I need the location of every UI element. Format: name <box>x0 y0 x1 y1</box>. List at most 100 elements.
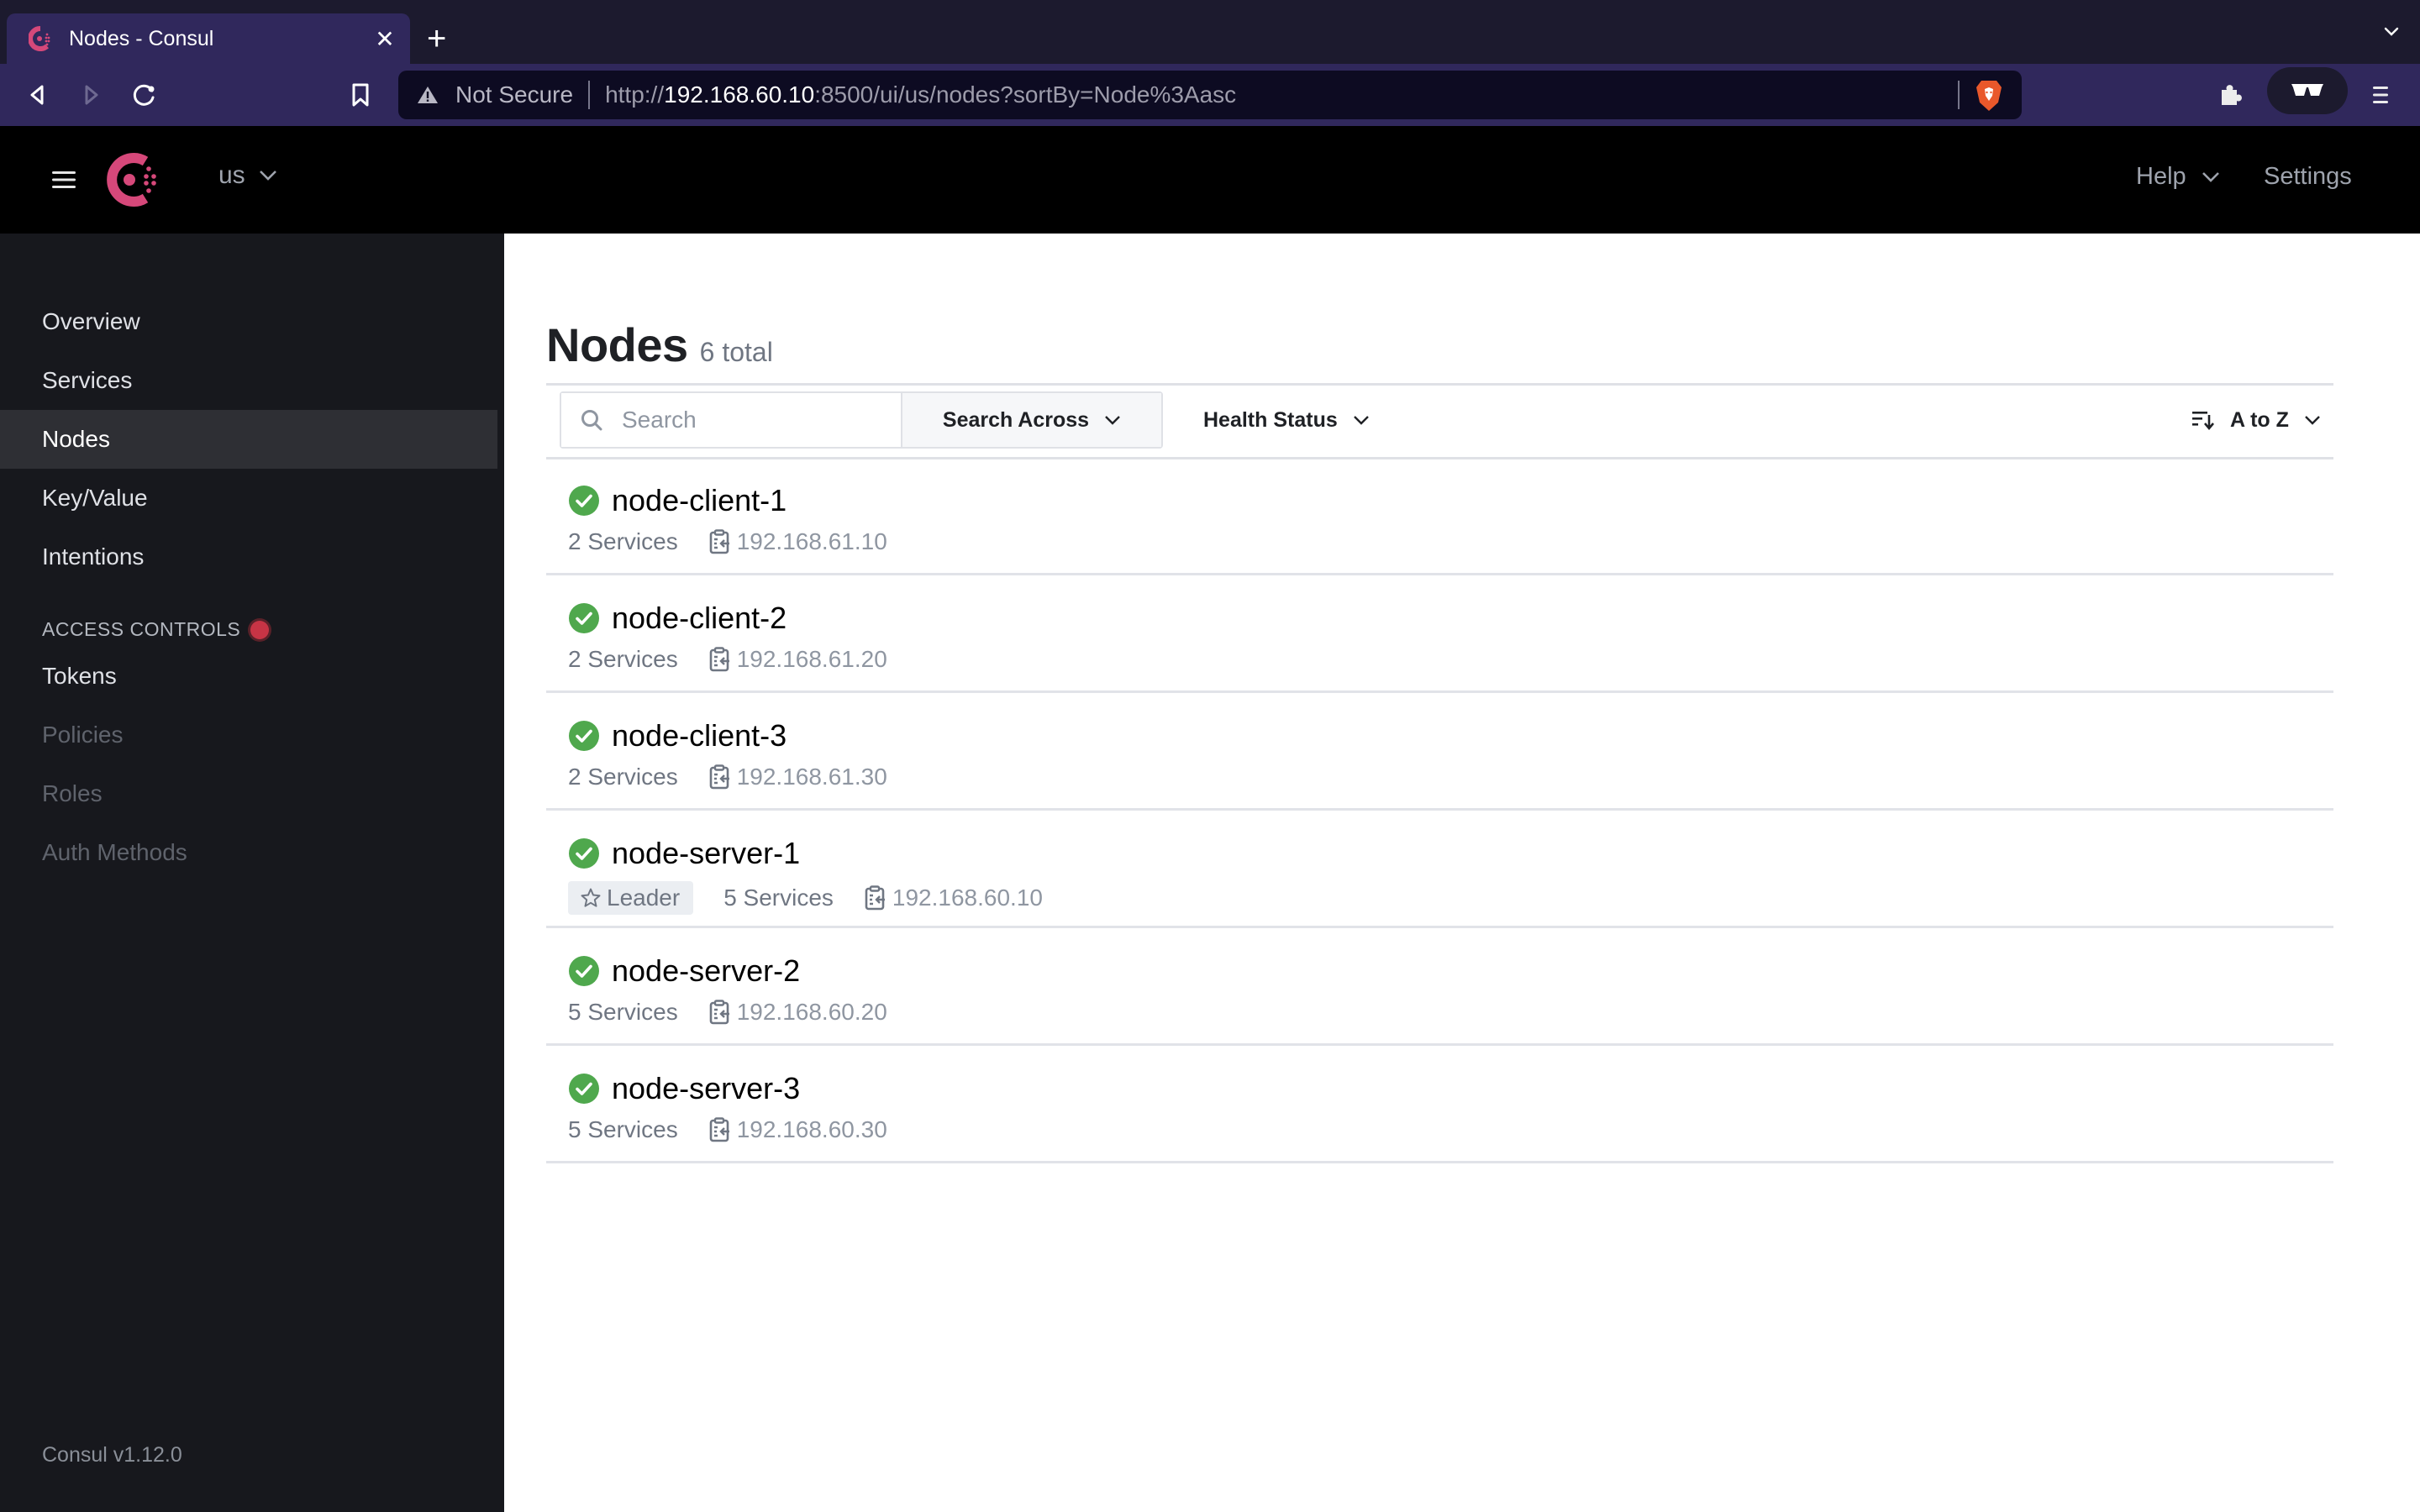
acl-disabled-indicator-icon <box>250 620 270 639</box>
node-name[interactable]: node-client-3 <box>612 718 786 753</box>
sidebar-item-auth-methods: Auth Methods <box>42 839 187 865</box>
node-name[interactable]: node-server-3 <box>612 1071 800 1106</box>
main-content: Nodes 6 total Search Across Health Statu… <box>504 234 2420 1512</box>
hamburger-menu-icon[interactable] <box>49 165 79 195</box>
services-count: 5 Services <box>568 1116 678 1142</box>
node-name[interactable]: node-client-2 <box>612 601 786 636</box>
services-count: 2 Services <box>568 646 678 672</box>
url-divider <box>588 81 591 109</box>
close-tab-icon[interactable]: ✕ <box>368 25 402 53</box>
node-name[interactable]: node-server-1 <box>612 836 800 871</box>
node-list-item[interactable]: node-server-3 5 Services 192.168.60.30 <box>546 1046 2333 1163</box>
node-header: node-client-2 <box>568 601 786 636</box>
bookmark-button[interactable] <box>345 79 376 111</box>
new-tab-button[interactable]: + <box>427 18 446 59</box>
url-host: 192.168.60.10 <box>664 81 815 108</box>
menu-icon <box>2373 87 2388 103</box>
services-count: 2 Services <box>568 764 678 790</box>
address-bar[interactable]: Not Secure http://192.168.60.10:8500/ui/… <box>398 71 2022 119</box>
back-button[interactable] <box>22 79 54 111</box>
node-name[interactable]: node-server-2 <box>612 953 800 989</box>
chevron-down-icon <box>2202 171 2219 182</box>
chevron-down-icon[interactable] <box>2381 22 2402 42</box>
node-name[interactable]: node-client-1 <box>612 483 786 518</box>
brave-shield-icon[interactable] <box>1975 79 2003 113</box>
warning-icon <box>418 87 438 103</box>
node-list-item[interactable]: node-server-1 Leader 5 Services 192.168.… <box>546 811 2333 928</box>
node-list-item[interactable]: node-client-1 2 Services 192.168.61.10 <box>546 458 2333 575</box>
divider <box>546 383 2333 386</box>
app-header: us Help Settings <box>0 126 2420 234</box>
search-across-label: Search Across <box>942 407 1090 432</box>
address-clipboard-icon <box>709 764 729 790</box>
search-bar: Search Across <box>560 391 1163 449</box>
node-ip-address: 192.168.61.10 <box>736 528 887 554</box>
sidebar-item-intentions[interactable]: Intentions <box>0 528 497 586</box>
access-controls-label: ACCESS CONTROLS <box>42 618 241 640</box>
sidebar-item-nodes[interactable]: Nodes <box>0 410 497 469</box>
node-address: 192.168.61.20 <box>708 646 887 673</box>
node-meta: 2 Services 192.168.61.20 <box>568 646 887 673</box>
node-list-item[interactable]: node-server-2 5 Services 192.168.60.20 <box>546 928 2333 1046</box>
sidebar-item-tokens[interactable]: Tokens <box>0 647 497 706</box>
node-list-item[interactable]: node-client-2 2 Services 192.168.61.20 <box>546 575 2333 693</box>
page-title: Nodes 6 total <box>546 318 773 372</box>
node-list-item[interactable]: node-client-3 2 Services 192.168.61.30 <box>546 693 2333 811</box>
reload-button[interactable] <box>129 79 160 111</box>
extensions-button[interactable] <box>2213 77 2249 113</box>
datacenter-dropdown[interactable]: us <box>218 161 277 190</box>
node-header: node-server-3 <box>568 1071 800 1106</box>
services-count: 2 Services <box>568 528 678 554</box>
leader-badge: Leader <box>568 881 694 915</box>
health-passing-icon <box>569 721 599 751</box>
reload-icon <box>133 84 155 106</box>
sidebar-item-roles: Roles <box>42 780 103 806</box>
browser-menu-button[interactable] <box>2363 77 2398 113</box>
back-arrow-icon <box>30 85 44 105</box>
forward-button[interactable] <box>75 79 107 111</box>
sidebar-item-services[interactable]: Services <box>0 351 497 410</box>
health-status-label: Health Status <box>1203 407 1338 432</box>
private-window-button[interactable] <box>2267 67 2348 114</box>
tab-title: Nodes - Consul <box>69 26 214 50</box>
consul-favicon-icon <box>29 26 50 51</box>
health-passing-icon <box>569 838 599 869</box>
help-dropdown[interactable]: Help <box>2136 163 2220 191</box>
consul-logo-icon[interactable] <box>104 151 161 208</box>
sidebar-item-overview[interactable]: Overview <box>0 292 497 351</box>
node-ip-address: 192.168.60.30 <box>736 1116 887 1142</box>
total-count: 6 total <box>699 337 773 367</box>
health-status-filter[interactable]: Health Status <box>1203 391 1370 449</box>
services-count: 5 Services <box>723 885 834 911</box>
health-passing-icon <box>569 486 599 516</box>
url-text: http://192.168.60.10:8500/ui/us/nodes?so… <box>605 81 1236 108</box>
address-clipboard-icon <box>709 529 729 554</box>
node-ip-address: 192.168.61.20 <box>736 646 887 672</box>
sort-label: A to Z <box>2230 407 2289 432</box>
node-ip-address: 192.168.60.10 <box>892 885 1043 911</box>
search-field[interactable] <box>561 393 901 447</box>
access-controls-heading: ACCESS CONTROLS <box>42 618 270 641</box>
node-address: 192.168.61.30 <box>708 764 887 790</box>
sort-dropdown[interactable]: A to Z <box>2191 391 2321 449</box>
search-input[interactable] <box>620 406 872 434</box>
node-meta: Leader 5 Services 192.168.60.10 <box>568 881 1043 915</box>
browser-tab-strip: Nodes - Consul ✕ + <box>0 0 2420 64</box>
help-label: Help <box>2136 163 2186 190</box>
browser-tab[interactable]: Nodes - Consul ✕ <box>7 13 410 64</box>
sidebar-item-key-value[interactable]: Key/Value <box>0 469 497 528</box>
forward-arrow-icon <box>85 85 98 105</box>
node-meta: 2 Services 192.168.61.10 <box>568 528 887 555</box>
settings-link[interactable]: Settings <box>2264 163 2352 191</box>
node-address: 192.168.60.20 <box>708 999 887 1026</box>
address-clipboard-icon <box>709 647 729 672</box>
url-path: :8500/ui/us/nodes?sortBy=Node%3Aasc <box>814 81 1237 108</box>
url-scheme: http:// <box>605 81 665 108</box>
services-count: 5 Services <box>568 999 678 1025</box>
search-across-dropdown[interactable]: Search Across <box>901 393 1161 447</box>
chevron-down-icon <box>1353 416 1369 425</box>
puzzle-piece-icon <box>2222 85 2242 105</box>
address-clipboard-icon <box>709 1000 729 1025</box>
node-address: 192.168.60.30 <box>708 1116 887 1143</box>
bookmark-icon <box>352 83 369 107</box>
